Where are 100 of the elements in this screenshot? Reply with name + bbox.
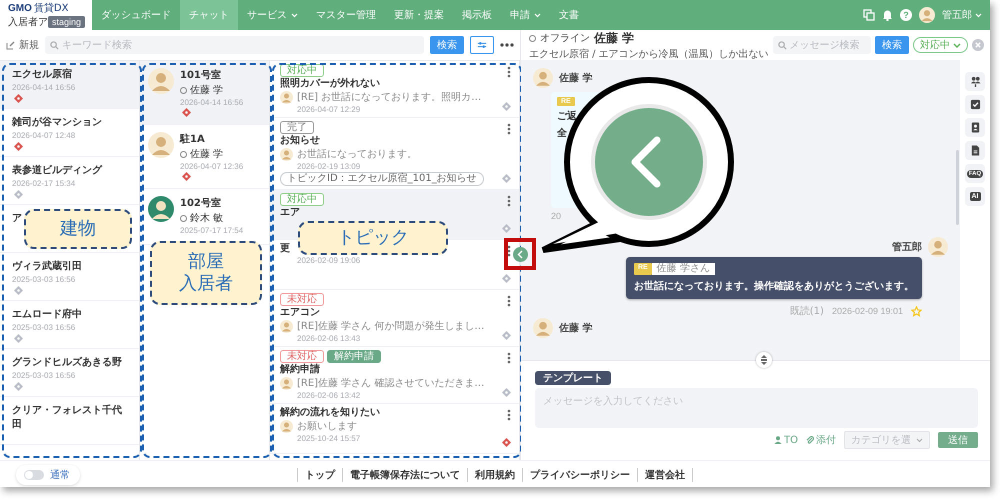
timestamp: 2025-07-17 17:54 [180, 226, 244, 235]
template-tab[interactable]: テンプレート [535, 371, 611, 385]
bell-icon[interactable] [882, 9, 893, 21]
building-item[interactable]: クリア・フォレスト千代田 [0, 397, 139, 445]
avatar [919, 7, 935, 23]
filter-button[interactable] [470, 36, 494, 54]
building-name: 雑司が谷マンション [12, 116, 102, 129]
reply-target: 佐藤 学さん [652, 263, 715, 275]
timestamp: 2026-04-14 16:56 [12, 83, 76, 92]
more-icon[interactable] [507, 195, 511, 207]
sender-name: 管五郎 [892, 240, 922, 254]
message-text: お世話になっております。操作確認をありがとうございます。 [634, 280, 914, 293]
timestamp: 2026-04-07 12:29 [296, 105, 360, 114]
room-item[interactable]: 101号室 佐藤 学 2026-04-14 16:56 [140, 61, 269, 125]
timestamp: 2026-04-07 12:48 [12, 131, 76, 140]
checkbox-icon[interactable] [965, 95, 985, 114]
status-tag: 解約申請 [327, 350, 381, 363]
building-name: 表参道ビルディング [12, 164, 102, 177]
building-item[interactable]: 表参道ビルディング 2026-02-17 15:34 [0, 157, 139, 205]
footer-link[interactable]: 電子帳簿保存法について [342, 468, 467, 482]
keyword-search-field[interactable]: キーワード検索 [45, 36, 424, 54]
timestamp: 2026-02-09 19:01 [832, 306, 903, 316]
timestamp: 2026-02-17 15:34 [12, 179, 76, 188]
status-tag: 完了 [280, 121, 314, 134]
room-item[interactable]: 駐1A 佐藤 学 2026-04-07 12:36 [140, 125, 269, 189]
collapse-button[interactable] [512, 246, 528, 262]
timestamp: 2026-04-14 16:56 [180, 98, 244, 107]
topic-item[interactable]: 未対応 エアコン [RE]佐藤 学さん 何か問題が発生しまし… 2026-02-06 13:43 [270, 290, 519, 347]
sender-name: 佐藤 学 [559, 322, 592, 335]
topic-title: 更 [280, 243, 290, 255]
building-name: エムロード府中 [12, 307, 82, 321]
topic-item[interactable]: 未対応 解約申請 解約申請 [RE]佐藤 学さん 確認させていただきま… 2026-02-06 13:42 [270, 347, 519, 404]
footer-link[interactable]: トップ [297, 468, 342, 482]
tenant-name: 佐藤 学 [190, 84, 224, 97]
scrollbar[interactable] [956, 150, 959, 225]
topic-item[interactable]: 解約の流れを知りたい お願いします 2025-10-24 15:57 [270, 404, 519, 454]
logo-suffix: 賃貸DX [34, 2, 68, 15]
resize-icon [760, 355, 768, 365]
topic-id-chip: トピックID：エクセル原宿_101_お知らせ [280, 172, 484, 186]
more-icon[interactable] [507, 295, 511, 307]
logo[interactable]: GMO 賃貸DX 入居者ア staging [0, 0, 92, 30]
caret-icon [975, 12, 982, 18]
footer-link[interactable]: プライバシーポリシー [522, 468, 637, 482]
tenant-name: 佐藤 学 [190, 148, 224, 161]
avatar [533, 68, 553, 88]
star-icon[interactable] [911, 306, 922, 316]
building-item[interactable]: グランドヒルズあきる野 2025-03-03 16:56 [0, 349, 139, 397]
message-text: ご返 [557, 110, 577, 123]
people-icon[interactable] [965, 72, 985, 91]
more-icon[interactable] [507, 245, 511, 257]
message-text: 全 [557, 126, 567, 140]
building-item[interactable]: 雑司が谷マンション 2026-04-07 12:48 [0, 109, 139, 157]
caret-icon [953, 42, 961, 48]
timestamp: 20 [551, 211, 562, 221]
timestamp: 2026-02-06 13:42 [296, 391, 360, 400]
message-preview: [RE] お世話になっております。照明カ… [297, 92, 482, 104]
topic-title: エア [280, 207, 300, 219]
building-name: グランドヒルズあきる野 [12, 356, 122, 369]
copy-icon[interactable] [863, 9, 875, 21]
more-icon[interactable] [507, 352, 511, 364]
more-icon[interactable] [507, 123, 511, 135]
timestamp: 2026-02-09 19:06 [296, 256, 360, 265]
read-receipt: 既読(1) [790, 304, 824, 318]
building-item[interactable]: エムロード府中 2025-03-03 16:56 [0, 301, 139, 349]
contact-card-icon[interactable] [965, 118, 985, 137]
user-icon [774, 436, 782, 444]
more-icon[interactable] [500, 43, 514, 47]
topic-title: 解約申請 [280, 364, 320, 376]
message-preview: お世話になっております。 [297, 148, 417, 160]
timestamp: 2025-03-03 16:56 [12, 323, 76, 332]
annotation-tooltip: 建物 [24, 209, 132, 249]
logo-text: GMO [8, 3, 32, 14]
room-name: 駐1A [180, 132, 205, 146]
footer-link[interactable]: 運営会社 [637, 468, 693, 482]
resize-handle[interactable] [756, 352, 772, 368]
avatar [533, 318, 553, 338]
mode-toggle[interactable]: 通常 [16, 464, 80, 484]
sender-name: 佐藤 学 [559, 72, 592, 85]
document-icon[interactable] [965, 141, 985, 160]
avatar [280, 91, 293, 104]
status-tag: 対応中 [280, 193, 324, 206]
message-preview: お願いします [297, 420, 357, 432]
topic-title: お知らせ [280, 135, 320, 147]
caret-icon [916, 438, 923, 442]
chat-subtitle: エクセル原宿 / エアコンから冷風（温風）しか出ない [529, 48, 769, 60]
status-tag: 対応中 [280, 64, 324, 77]
avatar [280, 377, 293, 390]
topic-item[interactable]: 対応中 照明カバーが外れない [RE] お世話になっております。照明カ… 2026-04-07 12:29 [270, 61, 519, 118]
new-button[interactable]: 新規 [6, 38, 39, 52]
presence-status: オフライン [540, 32, 590, 45]
timestamp: 2026-02-06 13:43 [296, 334, 360, 343]
message-search-field[interactable]: メッセージ検索 [772, 36, 871, 54]
footer-link[interactable]: 利用規約 [467, 468, 522, 482]
avatar [928, 237, 948, 257]
building-item[interactable]: エクセル原宿 2026-04-14 16:56 [0, 61, 139, 109]
building-item[interactable]: ヴィラ武蔵引田 2025-03-03 16:56 [0, 253, 139, 301]
more-icon[interactable] [507, 409, 511, 421]
building-name: ヴィラ武蔵引田 [12, 260, 82, 273]
paperclip-icon [806, 436, 814, 444]
more-icon[interactable] [507, 66, 511, 78]
